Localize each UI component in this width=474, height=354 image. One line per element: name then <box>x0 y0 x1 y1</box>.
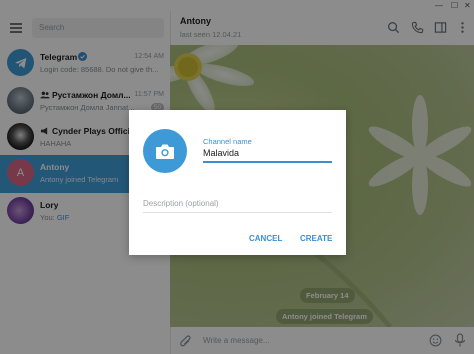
description-underline <box>143 212 332 213</box>
create-channel-dialog: Channel name Malavida Description (optio… <box>129 110 346 255</box>
channel-photo-button[interactable] <box>143 129 187 173</box>
channel-name-input[interactable]: Malavida <box>203 148 239 158</box>
channel-name-underline <box>203 161 332 163</box>
camera-icon <box>156 144 174 159</box>
create-button[interactable]: CREATE <box>300 234 332 243</box>
channel-name-label: Channel name <box>203 137 252 146</box>
cancel-button[interactable]: CANCEL <box>249 234 282 243</box>
description-input[interactable]: Description (optional) <box>143 199 219 208</box>
